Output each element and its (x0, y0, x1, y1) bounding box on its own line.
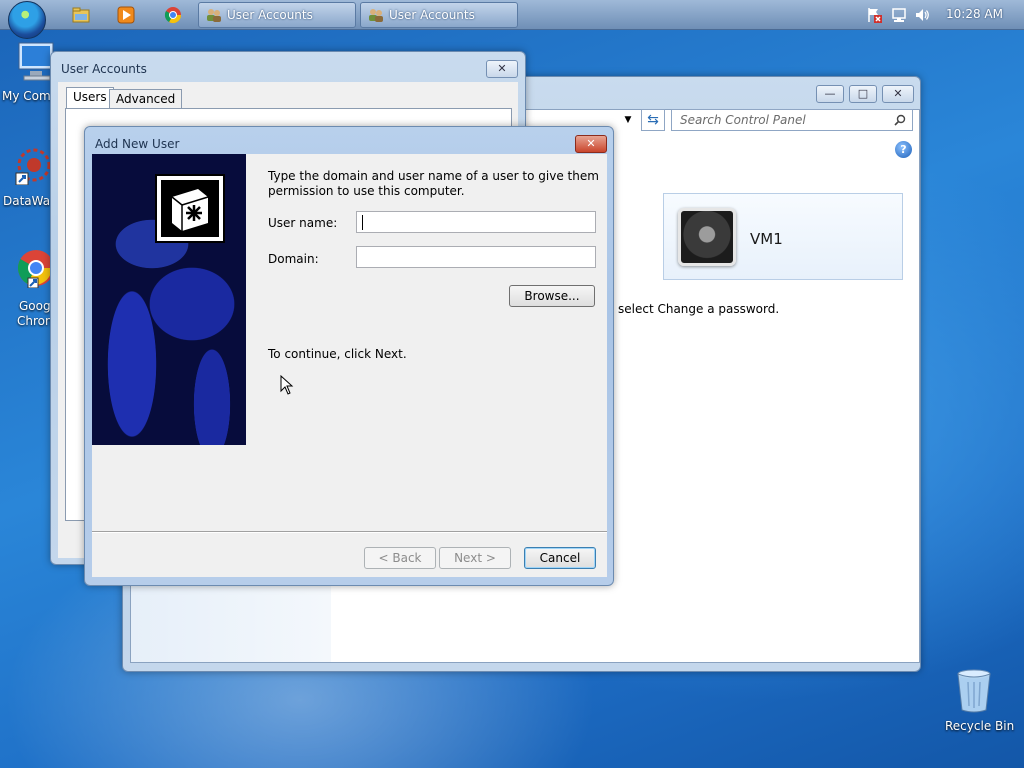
wizard-side-image (92, 154, 246, 445)
change-password-hint: select Change a password. (618, 302, 780, 316)
taskbar-button-label: User Accounts (227, 8, 313, 22)
desktop-icon-label: Googl (19, 299, 54, 313)
network-icon[interactable] (891, 7, 907, 23)
account-name: VM1 (750, 230, 783, 248)
user-name-label: User name: (268, 216, 338, 230)
search-icon[interactable] (894, 114, 906, 126)
browse-button-label: Browse... (524, 289, 580, 303)
cancel-button-label: Cancel (539, 551, 581, 565)
taskbar-button-label: User Accounts (389, 8, 475, 22)
next-button-label: Next > (454, 551, 496, 565)
user-accounts-icon (369, 9, 383, 22)
domain-input[interactable] (356, 246, 596, 268)
action-center-icon[interactable] (866, 7, 882, 23)
user-name-input[interactable] (356, 211, 596, 233)
continue-instruction: To continue, click Next. (268, 347, 407, 361)
close-button[interactable]: ✕ (575, 135, 607, 153)
text-cursor (362, 215, 363, 230)
datawag-icon (15, 148, 51, 185)
start-button[interactable] (8, 1, 46, 39)
tab-users[interactable]: Users (66, 87, 114, 109)
user-accounts-icon (207, 9, 221, 22)
account-tile-vm1[interactable]: VM1 (663, 193, 903, 280)
intro-text-line1: Type the domain and user name of a user … (268, 169, 599, 183)
volume-icon[interactable] (914, 7, 930, 23)
search-placeholder: Search Control Panel (680, 113, 806, 127)
tab-label: Advanced (116, 92, 176, 106)
back-button[interactable]: < Back (364, 547, 436, 569)
explorer-icon[interactable] (72, 6, 90, 24)
maximize-button[interactable]: □ (849, 85, 877, 103)
cancel-button[interactable]: Cancel (524, 547, 596, 569)
taskbar-button-user-accounts-1[interactable]: User Accounts (198, 2, 356, 28)
add-new-user-dialog: Add New User ✕ Type the domain and user … (84, 126, 614, 586)
recycle-bin-icon (957, 669, 991, 713)
media-player-icon[interactable] (117, 6, 135, 24)
dialog-body: Type the domain and user name of a user … (92, 154, 607, 577)
next-button[interactable]: Next > (439, 547, 511, 569)
tab-label: Users (73, 90, 107, 104)
close-button[interactable]: ✕ (882, 85, 914, 103)
clock[interactable]: 10:28 AM (946, 7, 1003, 21)
help-icon[interactable]: ? (895, 141, 912, 158)
intro-text-line2: permission to use this computer. (268, 184, 465, 198)
turntable-avatar-icon (678, 208, 736, 266)
address-dropdown-arrow[interactable]: ▼ (620, 112, 636, 128)
taskbar-button-user-accounts-2[interactable]: User Accounts (360, 2, 518, 28)
refresh-button[interactable]: ⇆ (641, 109, 665, 131)
window-title: User Accounts (61, 62, 147, 76)
search-control-panel-input[interactable]: Search Control Panel (671, 109, 913, 131)
domain-label: Domain: (268, 252, 319, 266)
desktop-icon-recycle-bin[interactable]: Recycle Bin (940, 668, 1020, 738)
tab-advanced[interactable]: Advanced (109, 89, 183, 109)
security-key-icon (155, 174, 225, 243)
taskbar: User Accounts User Accounts 10:28 AM (0, 0, 1024, 39)
back-button-label: < Back (378, 551, 422, 565)
minimize-button[interactable]: — (816, 85, 844, 103)
desktop-icon-label: Recycle Bin (945, 719, 1015, 733)
footer-separator (92, 531, 607, 533)
mouse-cursor-icon (280, 375, 294, 395)
chrome-icon[interactable] (164, 6, 182, 24)
window-title: Add New User (95, 137, 180, 151)
close-button[interactable]: ✕ (486, 60, 518, 78)
desktop-icon-label-line2: Chron (17, 314, 53, 328)
browse-button[interactable]: Browse... (509, 285, 595, 307)
